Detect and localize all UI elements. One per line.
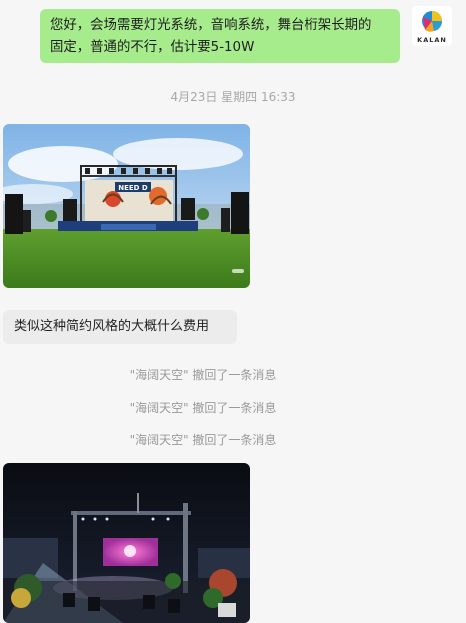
image-message-night-stage[interactable] bbox=[3, 463, 250, 623]
stage-banner-text: NEED D bbox=[118, 184, 148, 192]
outgoing-message-bubble[interactable]: 您好，会场需要灯光系统，音响系统，舞台桁架长期的 固定，普通的不行，估计要5-1… bbox=[40, 9, 400, 63]
night-stage-photo bbox=[3, 463, 250, 623]
recall-notice: "海阔天空" 撤回了一条消息 bbox=[129, 401, 277, 415]
message-timestamp: 4月23日 星期四 16:33 bbox=[170, 90, 296, 104]
image-message-outdoor-stage[interactable]: NEED D bbox=[3, 124, 250, 288]
incoming-message-text: 类似这种简约风格的大概什么费用 bbox=[14, 319, 210, 334]
outgoing-message-line-2: 固定，普通的不行，估计要5-10W bbox=[50, 40, 255, 55]
avatar-logo-text: KALAN bbox=[417, 36, 447, 44]
sender-avatar[interactable]: KALAN bbox=[412, 6, 452, 46]
recall-notice: "海阔天空" 撤回了一条消息 bbox=[129, 433, 277, 447]
outdoor-stage-photo: NEED D bbox=[3, 124, 250, 288]
incoming-message-bubble[interactable]: 类似这种简约风格的大概什么费用 bbox=[3, 310, 237, 344]
recall-notice: "海阔天空" 撤回了一条消息 bbox=[129, 368, 277, 382]
outgoing-message-line-1: 您好，会场需要灯光系统，音响系统，舞台桁架长期的 bbox=[50, 18, 372, 33]
